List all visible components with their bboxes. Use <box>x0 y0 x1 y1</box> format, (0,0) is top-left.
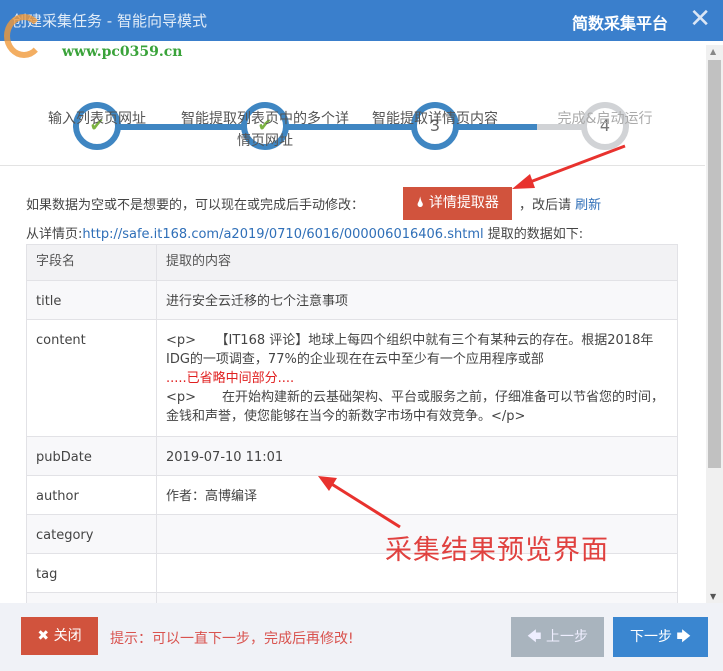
annotation-arrows <box>318 144 626 529</box>
arrow-to-table <box>329 481 401 529</box>
prev-button[interactable]: 🡄 上一步 <box>511 617 604 657</box>
arrow-to-extractor <box>529 144 626 184</box>
x-icon: ✖ <box>37 628 50 644</box>
next-button[interactable]: 下一步 🡆 <box>613 617 708 657</box>
next-label: 下一步 <box>630 629 673 645</box>
arrow-head <box>512 174 535 189</box>
prev-label: 上一步 <box>545 629 588 645</box>
arrow-right-icon: 🡆 <box>676 629 691 645</box>
close-label: 关闭 <box>53 628 82 644</box>
tip-text: 提示：可以一直下一步，完成后再修改! <box>110 631 354 647</box>
close-button[interactable]: ✖ 关闭 <box>21 617 98 655</box>
arrow-left-icon: 🡄 <box>527 629 542 645</box>
footer: ✖ 关闭 提示：可以一直下一步，完成后再修改! 🡄 上一步 下一步 🡆 <box>0 603 723 671</box>
arrow-head <box>318 476 337 491</box>
